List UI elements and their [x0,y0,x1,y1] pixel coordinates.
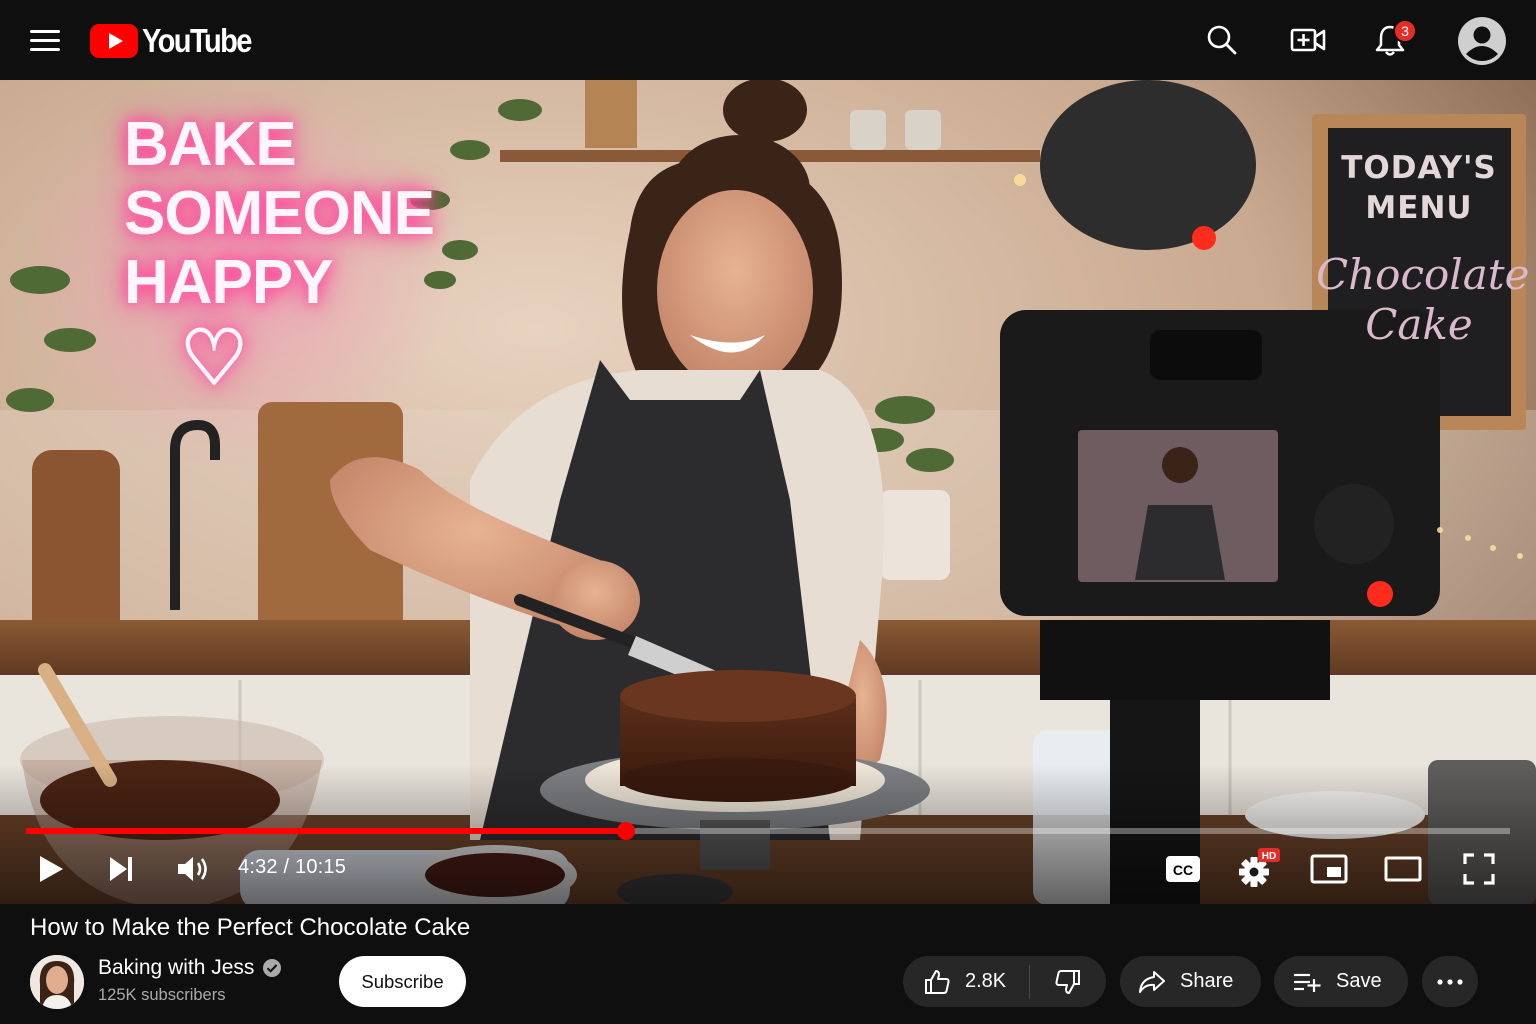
notification-badge: 3 [1393,19,1417,43]
video-title: How to Make the Perfect Chocolate Cake [30,914,471,941]
next-icon[interactable] [98,845,144,893]
thumbs-up-icon [925,969,950,994]
bell-icon[interactable]: 3 [1367,17,1417,63]
neon-line-1: BAKE [124,110,297,179]
progress-scrubber[interactable] [616,822,635,840]
neon-sign: BAKE SOMEONE HAPPY ♡ [96,110,435,404]
neon-line-2: SOMEONE [124,179,435,248]
thumbs-down-icon [1055,969,1080,994]
menu-icon[interactable] [22,20,68,60]
save-button[interactable]: Save [1274,956,1408,1007]
fullscreen-icon[interactable] [1456,845,1502,893]
save-to-playlist-icon [1294,973,1321,992]
logo-wordmark: YouTube [142,22,252,59]
channel-name-text: Baking with Jess [98,956,255,979]
neon-heart: ♡ [180,316,248,401]
settings-icon[interactable]: HD [1232,845,1282,893]
dislike-button[interactable] [1030,956,1106,1007]
time-display: 4:32 / 10:15 [238,856,347,878]
chalkboard-title-line-1: TODAY'S [1341,150,1497,186]
share-button[interactable]: Share [1120,956,1261,1007]
like-count: 2.8K [965,970,1007,992]
hd-badge: HD [1262,851,1276,862]
chalkboard-menu: TODAY'S MENU Chocolate Cake [1316,148,1530,350]
youtube-play-logo-icon [90,24,138,58]
captions-icon[interactable]: CC [1160,845,1206,893]
share-icon [1139,970,1165,993]
neon-line-3: HAPPY [124,248,334,317]
subscribe-button[interactable]: Subscribe [339,956,466,1007]
channel-name[interactable]: Baking with Jess [98,956,282,980]
search-icon[interactable] [1199,17,1245,63]
save-label: Save [1336,970,1382,992]
more-actions-button[interactable] [1422,956,1478,1007]
chalkboard-item-line-2: Cake [1365,300,1473,349]
progress-played [26,828,626,834]
play-icon[interactable] [28,845,74,893]
captions-label: CC [1173,862,1193,878]
miniplayer-icon[interactable] [1306,845,1352,893]
theater-icon[interactable] [1380,845,1426,893]
chalkboard-item-line-1: Chocolate [1316,250,1530,299]
like-dislike-group: 2.8K [903,956,1106,1007]
share-label: Share [1180,970,1234,992]
account-icon[interactable] [1457,16,1507,66]
top-bar: YouTube 3 [0,0,1536,80]
create-video-icon[interactable] [1285,17,1331,63]
verified-icon [263,959,282,977]
volume-icon[interactable] [170,845,216,893]
like-button[interactable]: 2.8K [903,956,1029,1007]
progress-bar[interactable] [26,822,1510,840]
subscriber-count: 125K subscribers [98,986,226,1004]
chalkboard-title-line-2: MENU [1365,190,1473,226]
more-horizontal-icon [1437,978,1463,985]
youtube-logo[interactable]: YouTube [90,22,266,60]
video-player[interactable]: BAKE SOMEONE HAPPY ♡ TODAY'S MENU Chocol… [0,80,1536,904]
channel-avatar[interactable] [30,955,84,1009]
